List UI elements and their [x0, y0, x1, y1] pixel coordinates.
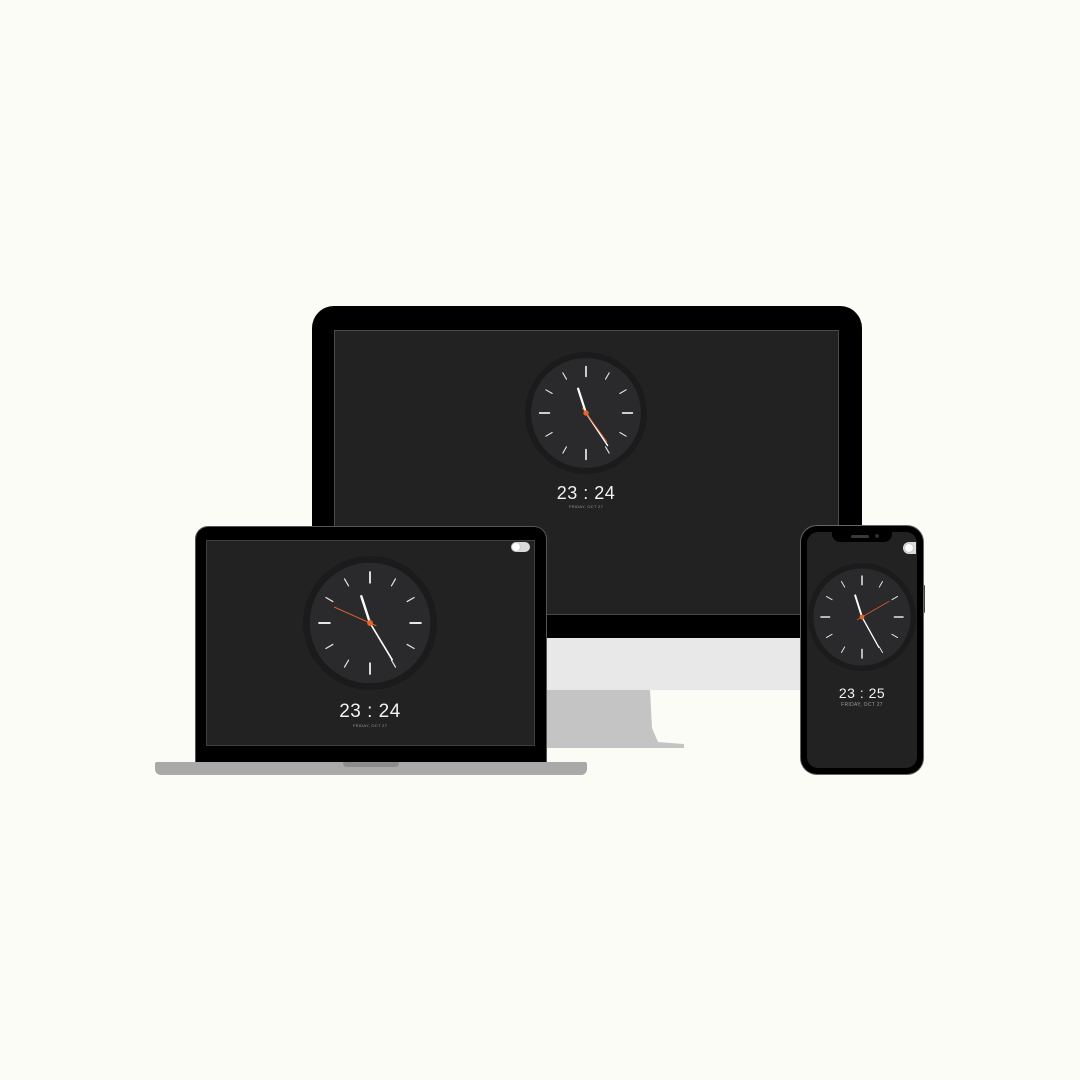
desktop-date: FRIDAY, OCT 27 — [568, 504, 604, 509]
phone-theme-toggle[interactable] — [903, 542, 916, 554]
desktop-digital-time: 23 : 24 — [556, 483, 616, 503]
clock-center-pin — [859, 614, 865, 620]
clock-center-pin — [367, 620, 373, 626]
laptop-theme-toggle[interactable] — [511, 542, 530, 552]
monitor-stand — [546, 690, 684, 748]
phone-date: FRIDAY, OCT 27 — [841, 702, 883, 708]
phone-analog-clock — [808, 563, 916, 671]
laptop-digital-time: 23 : 24 — [339, 701, 401, 722]
laptop-analog-clock — [303, 556, 437, 690]
device-mockup-stage: 23 : 24 FRIDAY, OCT 27 23 : 24 FRIDAY, O… — [0, 0, 1080, 1080]
laptop-trackpad-notch — [343, 762, 399, 767]
desktop-analog-clock — [525, 352, 647, 474]
phone-camera — [875, 534, 879, 538]
phone-speaker — [851, 535, 869, 538]
clock-center-pin — [583, 410, 589, 416]
theme-toggle-icon — [905, 544, 913, 552]
laptop-date: FRIDAY, OCT 27 — [352, 723, 388, 728]
theme-toggle-icon — [512, 543, 520, 551]
phone-digital-time: 23 : 25 — [838, 685, 886, 701]
